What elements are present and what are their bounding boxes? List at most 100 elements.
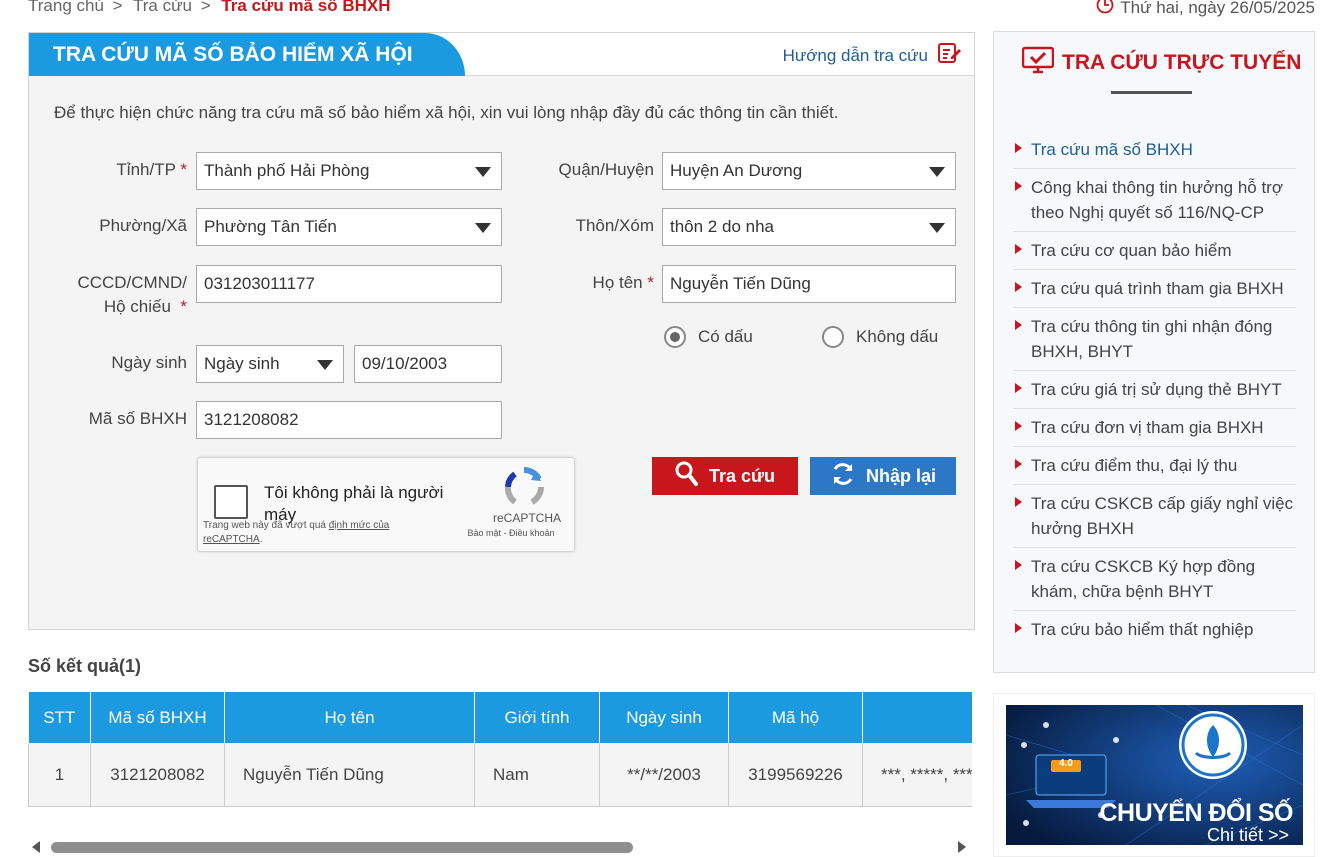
monitor-check-icon [1021, 46, 1055, 80]
cell-gender: Nam [474, 743, 600, 806]
sidebar-title: TRA CỨU TRỰC TUYẾN [1021, 46, 1301, 80]
guide-label: Hướng dẫn tra cứu [782, 45, 928, 65]
village-select[interactable]: thôn 2 do nha [662, 208, 956, 246]
cell-dob: **/**/2003 [599, 743, 729, 806]
col-header-gender: Giới tính [474, 692, 600, 743]
current-date: Thứ hai, ngày 26/05/2025 [1096, 0, 1315, 19]
radio-without-accent[interactable]: Không dấu [822, 326, 938, 348]
edit-document-icon [938, 42, 962, 69]
fullname-input[interactable]: Nguyễn Tiến Dũng [662, 265, 956, 303]
breadcrumb-home[interactable]: Trang chủ [28, 0, 104, 15]
breadcrumb: Trang chủ > Tra cứu > Tra cứu mã số BHXH [28, 0, 391, 16]
ward-value: Phường Tân Tiến [204, 217, 337, 236]
col-header-address [862, 692, 972, 743]
results-table-container: STT Mã số BHXH Họ tên Giới tính Ngày sin… [28, 692, 972, 807]
province-select[interactable]: Thành phố Hải Phòng [196, 152, 502, 190]
province-value: Thành phố Hải Phòng [204, 161, 370, 180]
ward-label: Phường/Xã [99, 216, 187, 235]
recaptcha-links[interactable]: Bảo mật - Điều khoản [456, 528, 566, 538]
search-button[interactable]: Tra cứu [652, 457, 798, 495]
village-label: Thôn/Xóm [575, 216, 654, 235]
search-icon [675, 461, 699, 492]
scroll-left-icon[interactable] [32, 841, 40, 853]
sidebar-item-sick-leave-facility[interactable]: Tra cứu CSKCB cấp giấy nghỉ việc hưởng B… [1013, 485, 1296, 548]
breadcrumb-separator: > [112, 0, 123, 15]
cell-bhxh: 3121208082 [90, 743, 225, 806]
cell-stt: 1 [28, 743, 91, 806]
bhxh-code-input[interactable]: 3121208082 [196, 401, 502, 439]
radio-with-accent[interactable]: Có dấu [664, 326, 753, 348]
recaptcha-quota-note: Trang web này đã vượt quá định mức của r… [203, 520, 390, 545]
chevron-down-icon [929, 167, 945, 177]
sidebar-item-support-116[interactable]: Công khai thông tin hưởng hỗ trợ theo Ng… [1013, 169, 1296, 232]
sidebar-item-health-contract-facility[interactable]: Tra cứu CSKCB Ký hợp đồng khám, chữa bện… [1013, 548, 1296, 611]
radio-unchecked-icon [822, 326, 844, 348]
sidebar-item-unemployment[interactable]: Tra cứu bảo hiểm thất nghiệp [1013, 611, 1296, 648]
col-header-bhxh: Mã số BHXH [90, 692, 225, 743]
breadcrumb-lookup[interactable]: Tra cứu [133, 0, 192, 15]
breadcrumb-current: Tra cứu mã số BHXH [221, 0, 391, 15]
form-title: TRA CỨU MÃ SỐ BẢO HIỂM XÃ HỘI [29, 33, 465, 76]
recaptcha-logo-icon [503, 466, 545, 513]
recaptcha-brand: reCAPTCHA [492, 511, 561, 525]
cell-address: ***, *****, *** [862, 743, 972, 806]
chevron-down-icon [317, 360, 333, 370]
clock-icon [1096, 0, 1114, 19]
dob-label: Ngày sinh [111, 353, 187, 372]
province-label: Tỉnh/TP * [116, 160, 187, 179]
horizontal-scrollbar[interactable] [28, 838, 972, 856]
table-row: 1 3121208082 Nguyễn Tiến Dũng Nam **/**/… [28, 743, 972, 806]
sidebar-divider [1111, 91, 1192, 94]
col-header-name: Họ tên [224, 692, 475, 743]
fullname-label: Họ tên * [592, 273, 654, 292]
scroll-right-icon[interactable] [958, 841, 966, 853]
district-select[interactable]: Huyện An Dương [662, 152, 956, 190]
recaptcha-widget: Tôi không phải là người máy reCAPTCHA Bả… [197, 457, 575, 552]
form-intro: Để thực hiện chức năng tra cứu mã số bảo… [54, 103, 839, 122]
id-card-label: CCCD/CMND/ Hộ chiếu * [77, 273, 187, 316]
recaptcha-checkbox[interactable] [214, 485, 248, 519]
chevron-down-icon [475, 223, 491, 233]
col-header-stt: STT [28, 692, 91, 743]
col-header-household: Mã hộ [728, 692, 863, 743]
chevron-down-icon [929, 223, 945, 233]
cell-name: Nguyễn Tiến Dũng [224, 743, 475, 806]
reset-button[interactable]: Nhập lại [810, 457, 956, 495]
sidebar-item-contribution-info[interactable]: Tra cứu thông tin ghi nhận đóng BHXH, BH… [1013, 308, 1296, 371]
dob-input[interactable]: 09/10/2003 [354, 345, 502, 383]
banner-title: CHUYỂN ĐỔI SỐ [1099, 799, 1293, 827]
sidebar-item-collection-agent[interactable]: Tra cứu điểm thu, đại lý thu [1013, 447, 1296, 485]
refresh-icon [830, 461, 856, 492]
results-count: Số kết quả(1) [28, 656, 142, 676]
radio-with-accent-label: Có dấu [698, 327, 753, 346]
radio-without-accent-label: Không dấu [856, 327, 939, 346]
sidebar-item-card-validity[interactable]: Tra cứu giá trị sử dụng thẻ BHYT [1013, 371, 1296, 409]
reset-button-label: Nhập lại [865, 465, 936, 486]
sidebar-item-participation-history[interactable]: Tra cứu quá trình tham gia BHXH [1013, 270, 1296, 308]
col-header-dob: Ngày sinh [599, 692, 729, 743]
sidebar-menu: Tra cứu mã số BHXH Công khai thông tin h… [1013, 131, 1296, 648]
cell-household: 3199569226 [728, 743, 863, 806]
search-button-label: Tra cứu [708, 465, 776, 486]
banner-badge: 4.0 [1059, 758, 1073, 769]
id-card-input[interactable]: 031203011177 [196, 265, 502, 303]
scrollbar-thumb[interactable] [51, 842, 633, 853]
breadcrumb-separator: > [200, 0, 211, 15]
sidebar-item-employer-unit[interactable]: Tra cứu đơn vị tham gia BHXH [1013, 409, 1296, 447]
district-label: Quận/Huyện [558, 160, 654, 179]
ward-select[interactable]: Phường Tân Tiến [196, 208, 502, 246]
sidebar-item-insurance-office[interactable]: Tra cứu cơ quan bảo hiểm [1013, 232, 1296, 270]
dob-type-select[interactable]: Ngày sinh [196, 345, 344, 383]
digital-transformation-banner[interactable]: 4.0 CHUYỂN ĐỔI SỐ Chi tiết >> [993, 693, 1315, 857]
lookup-form-panel: TRA CỨU MÃ SỐ BẢO HIỂM XÃ HỘI Hướng dẫn … [28, 32, 975, 630]
chevron-down-icon [475, 167, 491, 177]
banner-detail-link[interactable]: Chi tiết >> [1207, 825, 1289, 845]
guide-link[interactable]: Hướng dẫn tra cứu [783, 42, 962, 69]
panel-header: TRA CỨU MÃ SỐ BẢO HIỂM XÃ HỘI Hướng dẫn … [29, 33, 974, 76]
district-value: Huyện An Dương [670, 161, 803, 180]
dob-type-value: Ngày sinh [204, 354, 280, 373]
bhxh-code-label: Mã số BHXH [88, 409, 187, 428]
sidebar-item-bhxh-code[interactable]: Tra cứu mã số BHXH [1013, 131, 1296, 169]
table-header-row: STT Mã số BHXH Họ tên Giới tính Ngày sin… [28, 692, 972, 743]
village-value: thôn 2 do nha [670, 217, 774, 236]
